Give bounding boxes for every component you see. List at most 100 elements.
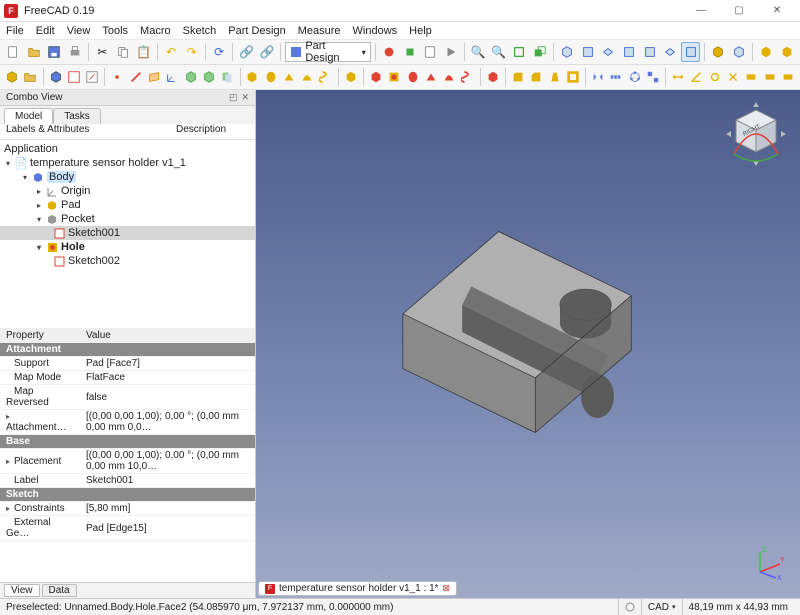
sketch-edit-icon[interactable] bbox=[84, 67, 100, 87]
prop-placement-val[interactable]: [(0,00 0,00 1,00); 0,00 °; (0,00 mm 0,00… bbox=[80, 449, 255, 474]
view-bottom-icon[interactable] bbox=[661, 42, 680, 62]
sketch-new-icon[interactable] bbox=[66, 67, 82, 87]
menu-part-design[interactable]: Part Design bbox=[228, 25, 285, 37]
maximize-button[interactable]: ▢ bbox=[724, 2, 754, 20]
datum-point-icon[interactable] bbox=[109, 67, 125, 87]
sweep-sub-icon[interactable] bbox=[441, 67, 457, 87]
cut-icon[interactable]: ✂ bbox=[93, 42, 112, 62]
menu-sketch[interactable]: Sketch bbox=[183, 25, 217, 37]
view-left-icon[interactable] bbox=[681, 42, 700, 62]
tree-pocket[interactable]: Pocket bbox=[61, 213, 95, 225]
paste-icon[interactable]: 📋 bbox=[134, 42, 153, 62]
tree-body[interactable]: Body bbox=[47, 171, 76, 183]
polar-pattern-icon[interactable] bbox=[627, 67, 643, 87]
navigation-cube[interactable]: RIGHT bbox=[720, 98, 792, 170]
menu-edit[interactable]: Edit bbox=[36, 25, 55, 37]
close-tab-icon[interactable]: ⊠ bbox=[443, 583, 451, 594]
menu-file[interactable]: File bbox=[6, 25, 24, 37]
measure-toggle2-icon[interactable] bbox=[762, 67, 778, 87]
prop-maprev-val[interactable]: false bbox=[80, 385, 255, 410]
shape-binder-icon[interactable] bbox=[183, 67, 199, 87]
menu-windows[interactable]: Windows bbox=[353, 25, 398, 37]
menu-tools[interactable]: Tools bbox=[102, 25, 128, 37]
measure-refresh-icon[interactable] bbox=[707, 67, 723, 87]
zoom-fit-icon[interactable]: 🔍 bbox=[469, 42, 488, 62]
measure-clear-icon[interactable] bbox=[725, 67, 741, 87]
status-notifications[interactable] bbox=[618, 599, 641, 615]
tree-sketch002[interactable]: Sketch002 bbox=[68, 255, 120, 267]
draft-icon[interactable] bbox=[546, 67, 562, 87]
whatsthis-icon[interactable] bbox=[757, 42, 776, 62]
menu-view[interactable]: View bbox=[67, 25, 91, 37]
view-front-icon[interactable] bbox=[579, 42, 598, 62]
cube-iso-icon[interactable] bbox=[709, 42, 728, 62]
tab-view[interactable]: View bbox=[4, 584, 40, 597]
thickness-icon[interactable] bbox=[565, 67, 581, 87]
document-tab[interactable]: F temperature sensor holder v1_1 : 1* ⊠ bbox=[258, 581, 457, 596]
refresh-icon[interactable]: ⟳ bbox=[210, 42, 229, 62]
link-icon[interactable]: 🔗 bbox=[237, 42, 256, 62]
part-icon[interactable] bbox=[4, 67, 20, 87]
tree-document[interactable]: temperature sensor holder v1_1 bbox=[30, 157, 186, 169]
prop-attachment-val[interactable]: [(0,00 0,00 1,00); 0,00 °; (0,00 mm 0,00… bbox=[80, 410, 255, 435]
tree-pad[interactable]: Pad bbox=[61, 199, 81, 211]
prop-placement-key[interactable]: Placement bbox=[14, 456, 61, 467]
measure-angular-icon[interactable] bbox=[688, 67, 704, 87]
tab-model[interactable]: Model bbox=[4, 108, 53, 124]
macro-record-icon[interactable] bbox=[380, 42, 399, 62]
datum-line-icon[interactable] bbox=[128, 67, 144, 87]
status-nav-style[interactable]: CAD▾ bbox=[641, 599, 682, 615]
open-icon[interactable] bbox=[25, 42, 44, 62]
tree-sketch001[interactable]: Sketch001 bbox=[68, 227, 120, 239]
mirror-icon[interactable] bbox=[590, 67, 606, 87]
loft-sub-icon[interactable] bbox=[423, 67, 439, 87]
prop-support-val[interactable]: Pad [Face7] bbox=[80, 357, 255, 371]
redo-icon[interactable]: ↷ bbox=[182, 42, 201, 62]
helix-sub-icon[interactable] bbox=[460, 67, 476, 87]
multi-transform-icon[interactable] bbox=[645, 67, 661, 87]
3d-viewport[interactable]: RIGHT Z Y X F temperature sensor holder … bbox=[256, 90, 800, 598]
body-icon[interactable] bbox=[47, 67, 63, 87]
clone-icon[interactable] bbox=[219, 67, 235, 87]
helix-icon[interactable] bbox=[318, 67, 334, 87]
copy-icon[interactable] bbox=[114, 42, 133, 62]
fillet-icon[interactable] bbox=[510, 67, 526, 87]
pocket-icon[interactable] bbox=[368, 67, 384, 87]
tab-data[interactable]: Data bbox=[42, 584, 77, 597]
tab-tasks[interactable]: Tasks bbox=[53, 108, 101, 124]
prop-constraints-key[interactable]: Constraints bbox=[14, 503, 65, 514]
model-tree[interactable]: Application ▾📄temperature sensor holder … bbox=[0, 140, 255, 328]
print-icon[interactable] bbox=[66, 42, 85, 62]
prop-constraints-val[interactable]: [5,80 mm] bbox=[80, 502, 255, 516]
loft-icon[interactable] bbox=[281, 67, 297, 87]
zoom-selection-icon[interactable]: 🔍 bbox=[489, 42, 508, 62]
minimize-button[interactable]: — bbox=[686, 2, 716, 20]
measure-icon[interactable] bbox=[729, 42, 748, 62]
prop-mapmode-val[interactable]: FlatFace bbox=[80, 371, 255, 385]
hole-icon[interactable] bbox=[386, 67, 402, 87]
prop-attachment-key[interactable]: Attachment… bbox=[6, 422, 67, 433]
view-iso-icon[interactable] bbox=[558, 42, 577, 62]
view-top-icon[interactable] bbox=[599, 42, 618, 62]
panel-float-icon[interactable]: ◰ bbox=[229, 92, 238, 103]
tree-hole[interactable]: Hole bbox=[61, 241, 85, 253]
draw-style-icon[interactable] bbox=[510, 42, 529, 62]
box-sub-icon[interactable] bbox=[485, 67, 501, 87]
undo-icon[interactable]: ↶ bbox=[162, 42, 181, 62]
view-rear-icon[interactable] bbox=[640, 42, 659, 62]
macro-edit-icon[interactable] bbox=[421, 42, 440, 62]
revolution-icon[interactable] bbox=[263, 67, 279, 87]
help-icon[interactable] bbox=[778, 42, 797, 62]
measure-toggle-icon[interactable] bbox=[743, 67, 759, 87]
pad-icon[interactable] bbox=[244, 67, 260, 87]
box-additive-icon[interactable] bbox=[343, 67, 359, 87]
prop-label-val[interactable]: Sketch001 bbox=[80, 474, 255, 488]
new-icon[interactable] bbox=[4, 42, 23, 62]
menu-measure[interactable]: Measure bbox=[298, 25, 341, 37]
group-icon[interactable] bbox=[22, 67, 38, 87]
panel-close-icon[interactable]: ✕ bbox=[241, 92, 249, 103]
close-button[interactable]: ✕ bbox=[762, 2, 792, 20]
chamfer-icon[interactable] bbox=[528, 67, 544, 87]
menu-macro[interactable]: Macro bbox=[140, 25, 171, 37]
datum-cs-icon[interactable] bbox=[164, 67, 180, 87]
